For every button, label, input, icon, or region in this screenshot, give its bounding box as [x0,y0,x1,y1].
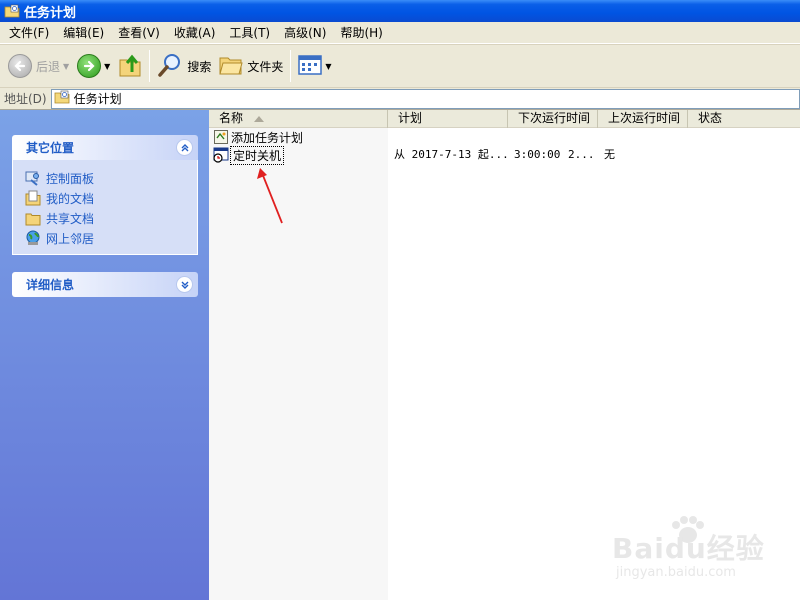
other-places-body: 控制面板 我的文档 共享文档 网上邻居 [12,160,198,255]
collapse-icon[interactable] [176,139,193,156]
item-status: 无 [604,148,615,161]
task-pane: 其它位置 控制面板 我的文档 共享文档 网上邻居 详细信息 [0,110,209,600]
menu-bar: 文件(F) 编辑(E) 查看(V) 收藏(A) 工具(T) 高级(N) 帮助(H… [0,22,800,44]
back-arrow-icon [8,54,32,78]
folders-label: 文件夹 [247,59,284,74]
item-name: 添加任务计划 [213,128,303,146]
window-title: 任务计划 [24,5,77,21]
toolbar-separator [149,50,151,82]
control-panel-icon [25,170,41,186]
other-places-title: 其它位置 [26,141,75,155]
link-label: 控制面板 [46,171,95,186]
forward-arrow-icon [77,54,102,78]
details-title: 详细信息 [26,278,75,292]
address-label: 地址(D) [4,92,47,106]
menu-tools[interactable]: 工具(T) [222,23,277,43]
up-folder-icon [118,52,142,81]
menu-help[interactable]: 帮助(H) [333,23,389,43]
scheduled-tasks-folder-icon [4,4,20,18]
title-bar: 任务计划 [0,0,800,22]
list-item[interactable]: 定时关机 从 2017-7-13 起... 3:00:00 2... 无 [209,145,800,165]
link-label: 共享文档 [46,211,95,226]
folder-icon [219,54,243,79]
back-button[interactable]: 后退 ▼ [4,48,73,84]
chevron-down-icon[interactable]: ▼ [63,62,69,71]
documents-folder-icon [25,190,41,206]
column-headers: 名称 计划 下次运行时间 上次运行时间 状态 [209,110,800,128]
folder-icon [25,210,41,226]
menu-edit[interactable]: 编辑(E) [56,23,111,43]
item-last-run: 2... [568,148,595,161]
address-bar: 地址(D) 任务计划 [0,88,800,110]
menu-file[interactable]: 文件(F) [2,23,56,43]
link-network-places[interactable]: 网上邻居 [25,228,197,248]
column-header-next-run[interactable]: 下次运行时间 [508,110,598,128]
column-header-name[interactable]: 名称 [209,110,388,128]
link-control-panel[interactable]: 控制面板 [25,168,197,188]
column-header-schedule[interactable]: 计划 [388,110,508,128]
details-header[interactable]: 详细信息 [12,272,198,297]
expand-icon[interactable] [176,276,193,293]
address-value: 任务计划 [73,92,122,106]
views-icon [298,54,323,78]
link-shared-documents[interactable]: 共享文档 [25,208,197,228]
watermark-url: jingyan.baidu.com [616,565,736,580]
link-my-documents[interactable]: 我的文档 [25,188,197,208]
other-places-panel: 其它位置 控制面板 我的文档 共享文档 网上邻居 [12,135,198,255]
item-schedule: 从 2017-7-13 起... [394,148,509,161]
menu-view[interactable]: 查看(V) [111,23,167,43]
annotation-arrow [257,168,283,224]
add-task-icon [213,129,229,145]
column-header-status[interactable]: 状态 [688,110,800,128]
menu-advanced[interactable]: 高级(N) [277,23,333,43]
list-item[interactable]: 添加任务计划 [209,128,800,146]
link-label: 网上邻居 [46,231,95,246]
scheduled-task-icon [213,147,229,163]
forward-button[interactable]: ▼ [73,48,114,84]
menu-favorites[interactable]: 收藏(A) [167,23,223,43]
folders-button[interactable]: 文件夹 [215,48,287,84]
watermark: Baidu经验 jingyan.baidu.com [612,515,772,585]
item-next-run: 3:00:00 [514,148,561,161]
address-input[interactable]: 任务计划 [50,88,800,109]
search-label: 搜索 [187,59,212,74]
sort-ascending-icon [254,116,264,122]
search-icon [157,52,183,81]
chevron-down-icon[interactable]: ▼ [325,62,331,71]
sorted-column-highlight [209,128,388,600]
network-globe-icon [25,230,41,246]
chevron-down-icon[interactable]: ▼ [104,62,110,71]
scheduled-tasks-folder-icon [54,90,70,107]
up-folder-button[interactable] [114,48,146,84]
other-places-header[interactable]: 其它位置 [12,135,198,160]
item-name: 定时关机 [213,145,285,165]
link-label: 我的文档 [46,191,95,206]
column-header-last-run[interactable]: 上次运行时间 [598,110,688,128]
search-button[interactable]: 搜索 [153,48,215,84]
back-label: 后退 [36,59,61,74]
toolbar: 后退 ▼ ▼ 搜索 文件夹 ▼ [0,44,800,88]
details-panel: 详细信息 [12,272,198,297]
watermark-brand: Baidu经验 [612,532,765,565]
views-button[interactable]: ▼ [294,48,335,84]
toolbar-separator [290,50,292,82]
